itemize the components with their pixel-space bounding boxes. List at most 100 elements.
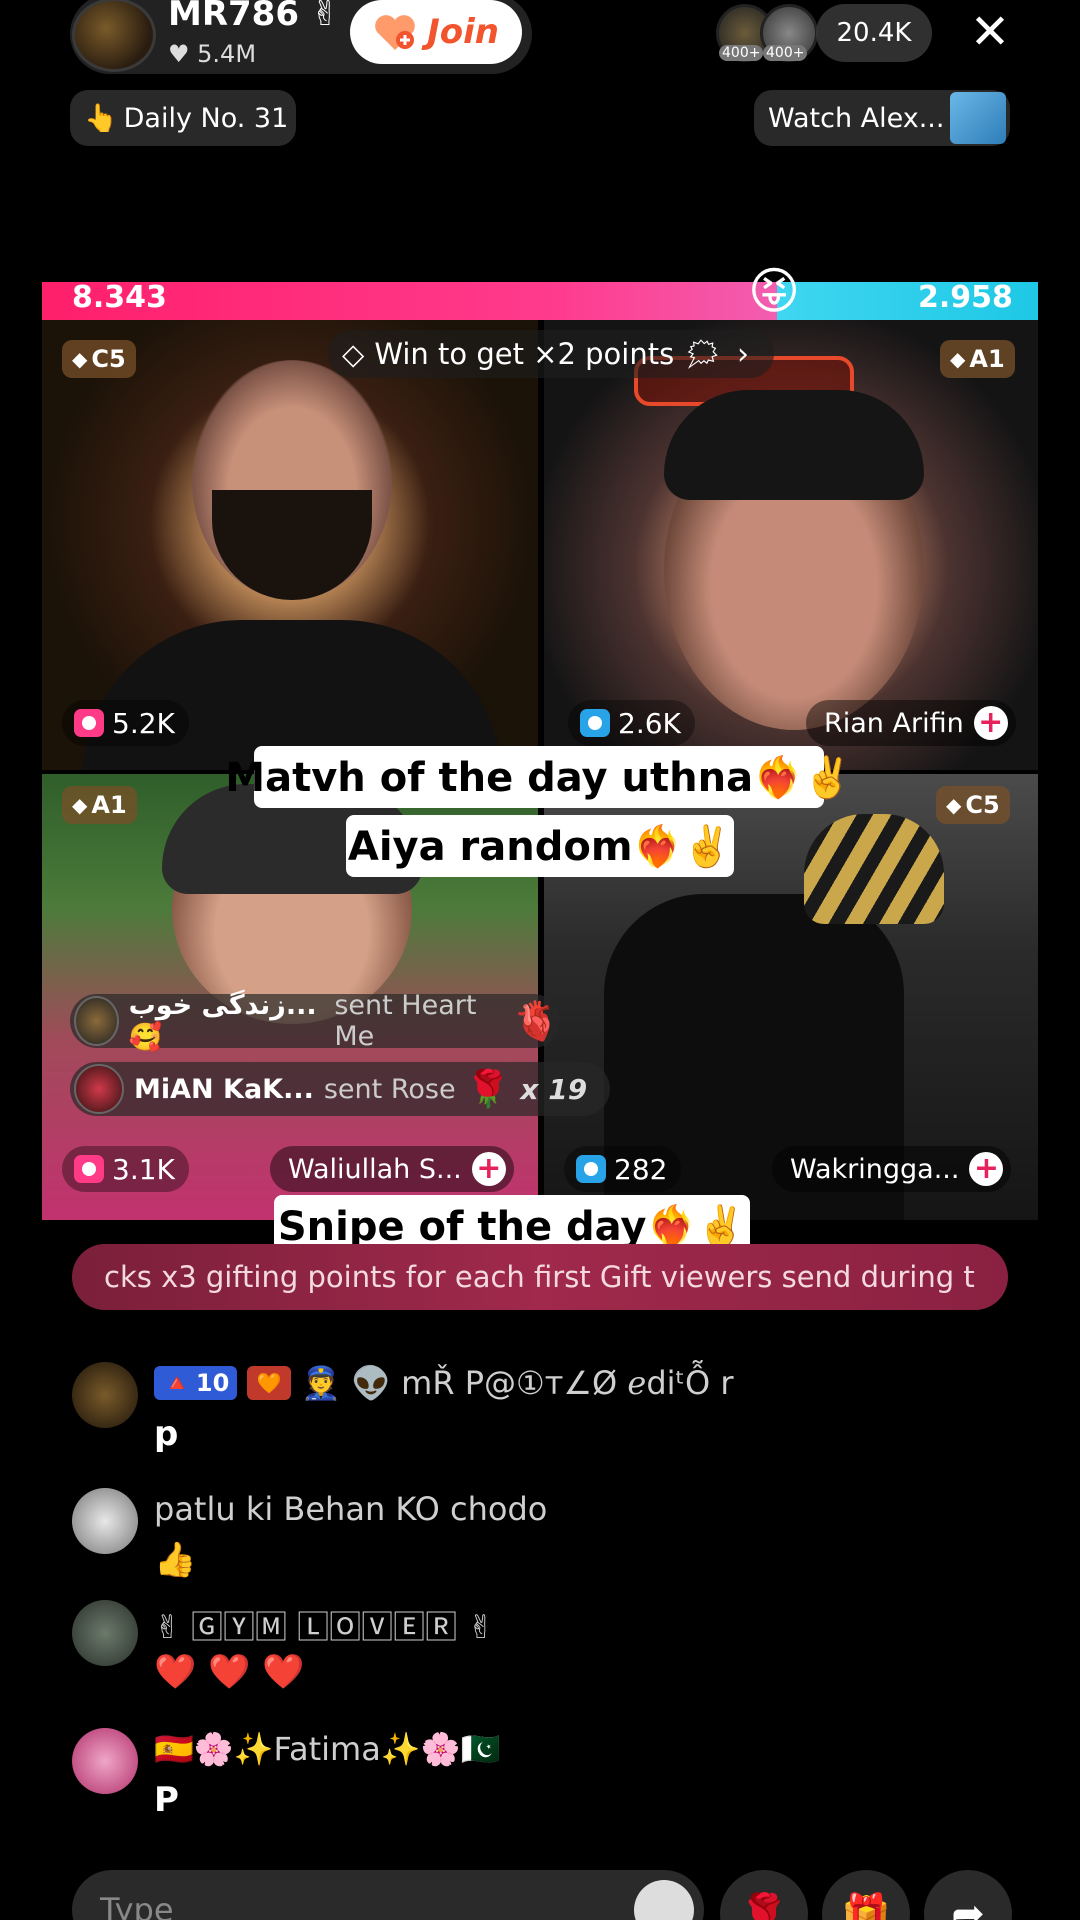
comment-text: ❤️ ❤️ ❤️ (154, 1652, 305, 1692)
commenter-name[interactable]: 🇪🇸🌸✨Fatima✨🌸🇵🇰 (154, 1730, 500, 1768)
commenter-name[interactable]: patlu ki Behan KO chodo (154, 1490, 547, 1528)
daily-ranking-label: Daily No. 31 (123, 102, 289, 134)
heart-me-gift-icon: 🫀 (512, 998, 560, 1043)
host-avatar[interactable] (72, 0, 156, 72)
level-value: 10 (195, 1369, 230, 1397)
guest-hair (664, 390, 924, 500)
host-likes-count: 5.4M (197, 40, 257, 68)
daily-ranking-pill[interactable]: 👆 Daily No. 31 (70, 90, 296, 146)
gift-box-icon: 🎁 (841, 1891, 891, 1920)
level-badge: 🔺 10 (154, 1366, 238, 1400)
gift-button[interactable]: 🎁 (822, 1870, 910, 1920)
comment-header: 🇪🇸🌸✨Fatima✨🌸🇵🇰 (154, 1730, 500, 1768)
comment-text: p (154, 1414, 179, 1454)
guest-like-value: 5.2K (112, 706, 175, 740)
gift-notification[interactable]: MiAN KaK... sent Rose 🌹 x 19 (70, 1062, 610, 1116)
rose-icon: 🌹 (739, 1891, 789, 1920)
share-button[interactable]: ➦ (924, 1870, 1012, 1920)
viewer-count[interactable]: 20.4K (816, 4, 932, 62)
gift-sender-name: زندگی خوب...🥰 (128, 989, 317, 1053)
guest-like-count: 282 (564, 1146, 682, 1192)
guest-like-count: 3.1K (62, 1146, 189, 1192)
guest-beard (212, 490, 372, 600)
guest-like-value: 282 (614, 1152, 668, 1186)
guest-headwear (804, 814, 944, 924)
rose-gift-button[interactable]: 🌹 (720, 1870, 808, 1920)
watch-label: Watch Alex... (768, 102, 945, 134)
join-button[interactable]: Join (350, 0, 522, 64)
heart-icon: ♥ (168, 40, 190, 68)
gift-combo-count: x 19 (520, 1072, 588, 1106)
ticker-text: cks x3 gifting points for each first Gif… (104, 1260, 975, 1294)
caption-2: Aiya random❤️‍🔥✌️ (346, 815, 734, 877)
promo-ticker[interactable]: cks x3 gifting points for each first Gif… (72, 1244, 1008, 1310)
comment-item[interactable]: ✌ 🄶🅈🄼 🄻🄾🅅🄴🅁 ✌ ❤️ ❤️ ❤️ (72, 1600, 1012, 1700)
comment-input[interactable]: Type (72, 1870, 704, 1920)
rank-label: C5 (965, 791, 1000, 819)
host-name-text: MR786 (168, 0, 299, 34)
camera-icon (576, 1155, 606, 1183)
battle-score-bar (42, 282, 1038, 320)
guest-like-count: 2.6K (568, 700, 695, 746)
gift-sender-avatar[interactable] (74, 1064, 124, 1114)
camera-icon (74, 1155, 104, 1183)
commenter-avatar[interactable] (72, 1728, 138, 1794)
commenter-name[interactable]: ✌ 🄶🅈🄼 🄻🄾🅅🄴🅁 ✌ (154, 1602, 494, 1648)
comment-header: 🔺 10 🧡 👮 👽 mŘ P@①ᴛ∠Ø ℯdiᵗỖ r (154, 1364, 734, 1402)
viewer-badge: 400+ (763, 45, 808, 61)
rank-badge: ◆ C5 (62, 340, 136, 378)
follow-plus-icon[interactable]: + (471, 1152, 506, 1186)
top-viewer-avatar[interactable]: 400+ (760, 4, 818, 62)
rank-label: A1 (969, 345, 1005, 373)
host-likes: ♥ 5.4M (168, 40, 256, 68)
fan-club-heart-icon: 🧡 (247, 1366, 292, 1400)
watch-pill[interactable]: Watch Alex... (754, 90, 1010, 146)
close-icon[interactable]: ✕ (960, 2, 1020, 62)
gift-text: sent Rose (323, 1073, 456, 1105)
badge-emojis: 👮 👽 (301, 1364, 392, 1402)
guest-name-pill[interactable]: Waliullah S... + (270, 1146, 514, 1192)
viewer-badge: 400+ (719, 45, 764, 61)
watch-thumbnail (950, 92, 1006, 144)
share-arrow-icon: ➦ (951, 1891, 985, 1920)
diamond-icon: ◆ (72, 347, 88, 371)
commenter-avatar[interactable] (72, 1362, 138, 1428)
chevron-right-icon: › (737, 336, 750, 372)
guest-name: Waliullah S... (288, 1153, 462, 1185)
comment-header: ✌ 🄶🅈🄼 🄻🄾🅅🄴🅁 ✌ (154, 1602, 494, 1648)
guest-name-pill[interactable]: Wakringga... + (772, 1146, 1012, 1192)
diamond-outline-icon: ◇ (342, 337, 365, 371)
gift-sender-name: MiAN KaK... (134, 1073, 314, 1105)
commenter-avatar[interactable] (72, 1600, 138, 1666)
comment-text: P (154, 1780, 179, 1820)
camera-icon (74, 709, 104, 737)
guest-name-pill[interactable]: Rian Arifin + (806, 700, 1016, 746)
rank-badge: ◆ A1 (62, 786, 137, 824)
win-points-banner[interactable]: ◇ Win to get ×2 points 🗯 › (328, 330, 774, 378)
caption-1: Matvh of the day uthna❤️‍🔥✌️ (225, 746, 853, 808)
comment-item[interactable]: patlu ki Behan KO chodo 👍 (72, 1488, 1012, 1588)
camera-icon (580, 709, 610, 737)
boxing-glove-icon: 🗯 (684, 336, 722, 371)
join-label: Join (427, 12, 499, 52)
win-banner-text: Win to get ×2 points (374, 337, 675, 371)
rose-gift-icon: 🌹 (465, 1069, 511, 1110)
comment-item[interactable]: 🔺 10 🧡 👮 👽 mŘ P@①ᴛ∠Ø ℯdiᵗỖ r p (72, 1362, 1012, 1462)
commenter-avatar[interactable] (72, 1488, 138, 1554)
battle-emoji: 😝 (748, 262, 801, 320)
comment-item[interactable]: 🇪🇸🌸✨Fatima✨🌸🇵🇰 P (72, 1728, 1012, 1828)
gift-text: sent Heart Me (334, 990, 477, 1052)
rank-label: A1 (91, 791, 127, 819)
comment-input-placeholder: Type (100, 1891, 174, 1920)
follow-plus-icon[interactable]: + (969, 1152, 1004, 1186)
gift-sender-avatar[interactable] (74, 996, 119, 1046)
guest-name: Wakringga... (790, 1153, 960, 1185)
host-name: MR786 ✌ (168, 0, 339, 34)
rank-label: C5 (91, 345, 126, 373)
gift-notification[interactable]: زندگی خوب...🥰 sent Heart Me 🫀 (70, 990, 560, 1053)
top-viewers[interactable]: 400+ 400+ (716, 4, 826, 62)
guest-video-tr[interactable]: ◆ A1 2.6K Rian Arifin + (544, 320, 1038, 770)
guest-video-tl[interactable]: ◆ C5 5.2K (42, 320, 538, 770)
follow-plus-icon[interactable]: + (973, 706, 1008, 740)
commenter-name[interactable]: mŘ P@①ᴛ∠Ø ℯdiᵗỖ r (401, 1364, 733, 1402)
